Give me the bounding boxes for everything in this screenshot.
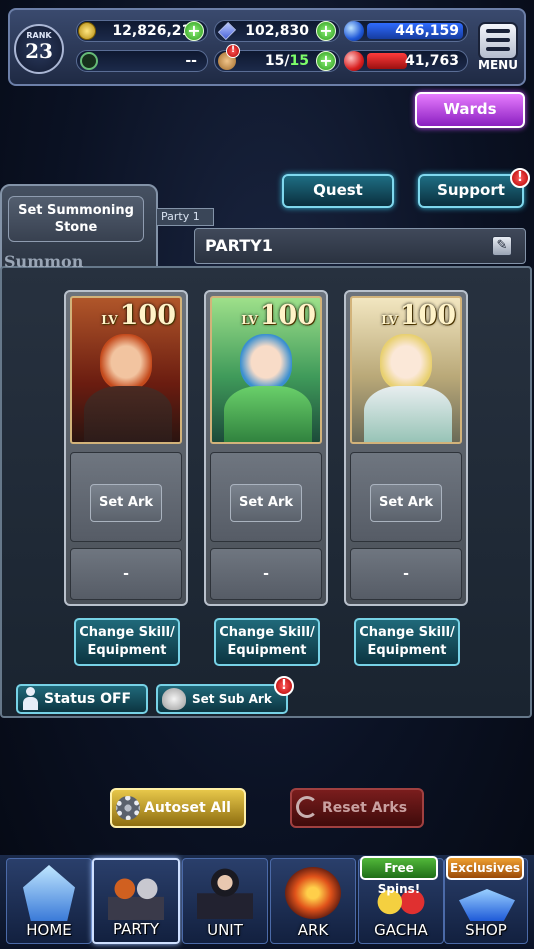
- compass-value: --: [185, 53, 197, 69]
- stamina-current: 15/: [264, 53, 290, 69]
- sub-slot[interactable]: -: [70, 548, 182, 600]
- exclusives-badge: Exclusives: [446, 856, 524, 880]
- menu-icon: [486, 29, 510, 33]
- summon-label: Summon: [4, 252, 84, 271]
- nav-home[interactable]: HOME: [6, 858, 92, 944]
- nav-label: GACHA: [374, 921, 428, 939]
- nav-label: ARK: [297, 921, 329, 939]
- unit-slot-2: LV100 Set Ark -: [204, 290, 328, 606]
- add-crystals-button[interactable]: +: [316, 21, 336, 41]
- set-ark-button[interactable]: Set Ark: [90, 484, 162, 522]
- nav-ark[interactable]: ARK: [270, 858, 356, 944]
- unit-portrait-1[interactable]: LV100: [70, 296, 182, 444]
- home-icon: [23, 865, 75, 921]
- compass-icon: [80, 52, 98, 70]
- add-gold-button[interactable]: +: [184, 21, 204, 41]
- rank-badge[interactable]: RANK 23: [14, 24, 64, 74]
- unit-level: LV100: [381, 300, 456, 331]
- support-alert-icon: !: [510, 168, 530, 188]
- set-ark-button[interactable]: Set Ark: [230, 484, 302, 522]
- unit-art-body: [224, 386, 312, 442]
- person-icon: [22, 687, 38, 711]
- crystal-value: 102,830: [245, 23, 309, 39]
- party-name-field[interactable]: PARTY1: [194, 228, 526, 264]
- change-skill-equipment-button-2[interactable]: Change Skill/ Equipment: [214, 618, 320, 666]
- menu-label: MENU: [478, 58, 518, 72]
- nav-label: SHOP: [465, 921, 507, 939]
- menu-button[interactable]: [478, 22, 518, 60]
- red-orb-bar: [367, 53, 407, 69]
- unit-art-body: [84, 386, 172, 442]
- wards-button[interactable]: Wards: [415, 92, 525, 128]
- change-skill-equipment-button-1[interactable]: Change Skill/ Equipment: [74, 618, 180, 666]
- party-icon: [108, 868, 164, 920]
- sub-slot[interactable]: -: [350, 548, 462, 600]
- ark-icon: [285, 867, 341, 919]
- stamina-max: 15: [289, 53, 309, 69]
- stamina-alert-icon: !: [226, 44, 240, 58]
- support-button[interactable]: Support: [418, 174, 524, 208]
- party-name: PARTY1: [205, 236, 273, 255]
- gear-icon: [116, 796, 140, 820]
- free-spins-badge: Free Spins!: [360, 856, 438, 896]
- rank-value: 23: [25, 39, 53, 63]
- party-number-tag: Party 1: [156, 208, 214, 226]
- set-summoning-stone-button[interactable]: Set Summoning Stone: [8, 196, 144, 242]
- sub-ark-alert-icon: !: [274, 676, 294, 696]
- nav-party[interactable]: PARTY: [92, 858, 180, 944]
- red-orb-value: 41,763: [404, 53, 459, 69]
- blue-orb-icon: [344, 21, 364, 41]
- unit-level: LV100: [101, 300, 176, 331]
- unit-portrait-2[interactable]: LV100: [210, 296, 322, 444]
- sub-ark-icon: [162, 688, 186, 710]
- add-stamina-button[interactable]: +: [316, 51, 336, 71]
- unit-art-head: [380, 334, 432, 390]
- red-orb-icon: [344, 51, 364, 71]
- shop-crystal-icon: [459, 889, 515, 921]
- set-ark-button[interactable]: Set Ark: [370, 484, 442, 522]
- unit-portrait-3[interactable]: LV100: [350, 296, 462, 444]
- unit-slot-1: LV100 Set Ark -: [64, 290, 188, 606]
- nav-label: PARTY: [112, 920, 159, 938]
- nav-unit[interactable]: UNIT: [182, 858, 268, 944]
- blue-orb-value: 446,159: [395, 23, 459, 39]
- nav-label: HOME: [26, 921, 72, 939]
- unit-art-head: [100, 334, 152, 390]
- nav-label: UNIT: [207, 921, 243, 939]
- refresh-icon: [296, 796, 318, 818]
- sub-slot[interactable]: -: [210, 548, 322, 600]
- edit-icon[interactable]: ✎: [492, 236, 512, 256]
- unit-level: LV100: [241, 300, 316, 331]
- unit-art-body: [364, 386, 452, 442]
- quest-button[interactable]: Quest: [282, 174, 394, 208]
- unit-art-head: [240, 334, 292, 390]
- unit-slot-3: LV100 Set Ark -: [344, 290, 468, 606]
- gold-coin-icon: [78, 22, 96, 40]
- change-skill-equipment-button-3[interactable]: Change Skill/ Equipment: [354, 618, 460, 666]
- unit-icon: [197, 867, 253, 919]
